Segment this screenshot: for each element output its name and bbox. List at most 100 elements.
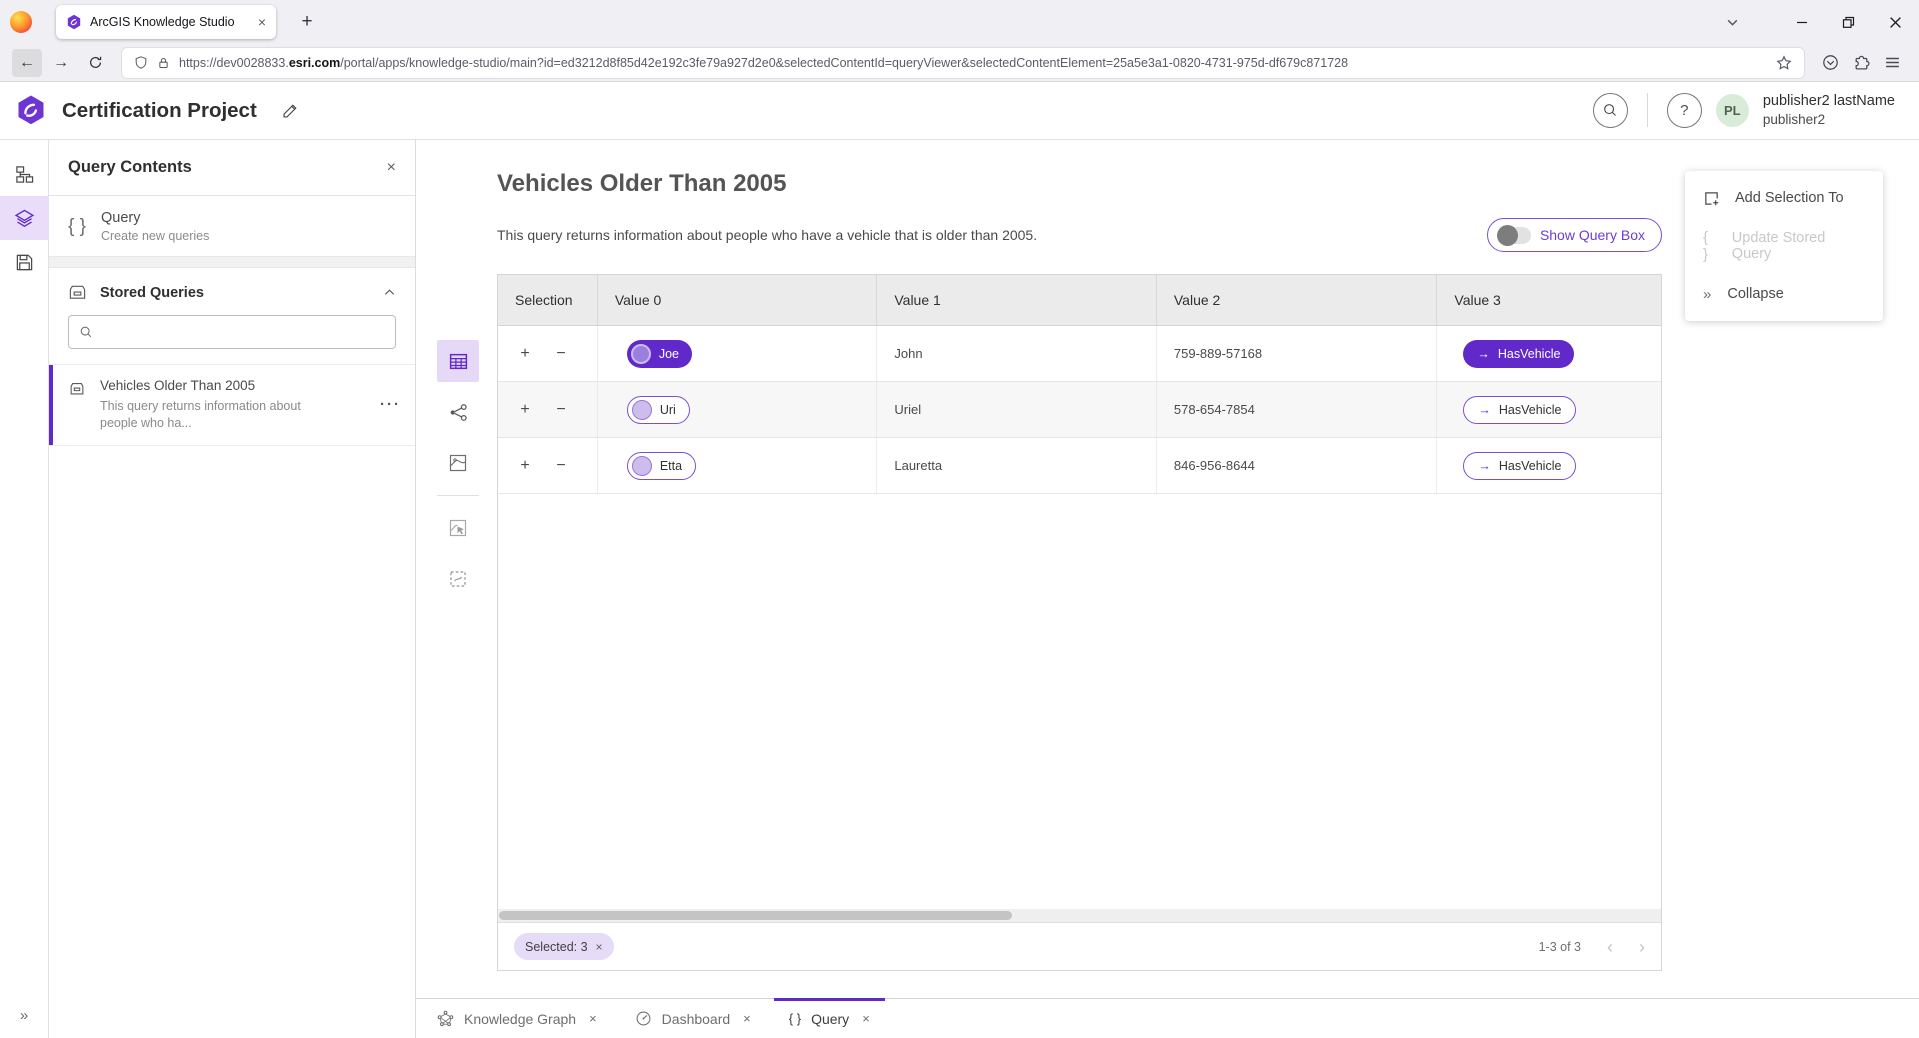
relationship-pill[interactable]: →HasVehicle	[1463, 452, 1576, 480]
previous-page-button[interactable]: ‹	[1607, 938, 1613, 956]
window-close-button[interactable]	[1872, 0, 1919, 44]
stored-query-item-selected[interactable]: Vehicles Older Than 2005 This query retu…	[49, 364, 415, 446]
dashed-selection-icon	[448, 569, 468, 589]
header-divider	[1647, 93, 1648, 127]
menu-item-update-stored-query[interactable]: { } Update Stored Query	[1685, 222, 1883, 270]
select-add-button[interactable]: +	[515, 457, 535, 475]
rail-contents-button[interactable]	[0, 196, 49, 240]
arcgis-knowledge-logo-icon	[16, 94, 46, 127]
pocket-icon[interactable]	[1822, 54, 1839, 71]
stored-query-title: Vehicles Older Than 2005	[100, 378, 328, 393]
map-icon	[448, 453, 468, 473]
user-info[interactable]: publisher2 lastName publisher2	[1763, 92, 1895, 128]
query-viewer: Vehicles Older Than 2005 This query retu…	[416, 140, 1919, 1038]
tab-close-icon[interactable]: ×	[589, 1011, 597, 1026]
search-icon	[79, 325, 93, 339]
tab-query[interactable]: { } Query ×	[774, 999, 885, 1038]
column-header: Value 0	[598, 275, 878, 325]
rail-project-hierarchy-button[interactable]	[0, 152, 49, 196]
braces-icon: { }	[68, 216, 86, 238]
rail-save-button[interactable]	[0, 240, 49, 284]
entity-node-icon	[631, 344, 651, 364]
relationship-pill[interactable]: →HasVehicle	[1463, 340, 1574, 368]
select-remove-button[interactable]: −	[551, 457, 571, 475]
stored-queries-search-input[interactable]	[101, 325, 385, 340]
app-header: Certification Project ? PL publisher2 la…	[0, 82, 1919, 140]
browser-tab[interactable]: ArcGIS Knowledge Studio ×	[56, 5, 276, 39]
tab-close-icon[interactable]: ×	[862, 1011, 870, 1026]
tab-close-icon[interactable]: ×	[743, 1011, 751, 1026]
stored-queries-searchbox[interactable]	[68, 315, 396, 349]
menu-item-add-selection-to[interactable]: Add Selection To	[1685, 174, 1883, 222]
tab-dashboard[interactable]: Dashboard ×	[620, 999, 766, 1038]
extensions-puzzle-icon[interactable]	[1853, 54, 1870, 71]
window-restore-button[interactable]	[1825, 0, 1872, 44]
search-button[interactable]	[1593, 93, 1628, 128]
rail-expand-button[interactable]: »	[0, 1007, 49, 1024]
panel-close-icon[interactable]: ×	[387, 159, 396, 177]
select-remove-button[interactable]: −	[551, 345, 571, 363]
query-list-item[interactable]: { } Query Create new queries	[49, 196, 415, 257]
menu-item-collapse[interactable]: » Collapse	[1685, 270, 1883, 318]
forward-button[interactable]: →	[46, 49, 76, 77]
selection-tool-button[interactable]	[437, 558, 479, 600]
browser-window: ArcGIS Knowledge Studio × + ← →	[0, 0, 1919, 1038]
new-tab-button[interactable]: +	[292, 7, 322, 37]
tab-close-icon[interactable]: ×	[258, 15, 266, 29]
scrollbar-thumb[interactable]	[499, 911, 1012, 920]
query-result-title: Vehicles Older Than 2005	[497, 170, 1662, 198]
lock-icon[interactable]	[157, 56, 170, 70]
menu-hamburger-icon[interactable]	[1884, 54, 1901, 71]
next-page-button[interactable]: ›	[1639, 938, 1645, 956]
cell-value: 846-956-8644	[1157, 438, 1438, 493]
select-remove-button[interactable]: −	[551, 401, 571, 419]
select-add-button[interactable]: +	[515, 345, 535, 363]
firefox-icon[interactable]	[10, 11, 32, 33]
tab-knowledge-graph[interactable]: Knowledge Graph ×	[422, 999, 612, 1038]
edit-project-title-button[interactable]	[281, 102, 299, 120]
user-name: publisher2 lastName	[1763, 92, 1895, 111]
map-view-button[interactable]	[437, 442, 479, 484]
toolbar-divider	[437, 495, 479, 496]
selected-count-label: Selected: 3	[525, 940, 588, 954]
select-add-button[interactable]: +	[515, 401, 535, 419]
help-button[interactable]: ?	[1667, 93, 1702, 128]
clear-selection-icon[interactable]: ×	[596, 940, 603, 954]
add-to-map-button[interactable]	[437, 507, 479, 549]
url-input[interactable]: https://dev0028833.esri.com/portal/apps/…	[122, 48, 1804, 78]
map-select-icon	[448, 518, 468, 538]
table-header-row: Selection Value 0 Value 1 Value 2 Value …	[498, 275, 1661, 326]
horizontal-scrollbar[interactable]	[498, 909, 1661, 922]
relationship-pill[interactable]: →HasVehicle	[1463, 396, 1576, 424]
cell-value: Lauretta	[877, 438, 1157, 493]
chevron-up-icon[interactable]	[383, 286, 396, 299]
refresh-button[interactable]	[80, 49, 110, 77]
arcgis-knowledge-favicon-icon	[66, 14, 82, 30]
search-icon	[1602, 102, 1618, 118]
table-icon	[448, 351, 469, 372]
column-header: Selection	[498, 275, 598, 325]
link-chart-view-button[interactable]	[437, 391, 479, 433]
entity-pill[interactable]: Etta	[627, 452, 696, 480]
window-minimize-button[interactable]	[1778, 0, 1825, 44]
cell-value: 578-654-7854	[1157, 382, 1438, 437]
table-empty-area	[498, 494, 1661, 909]
table-view-button[interactable]	[437, 340, 479, 382]
browser-tab-title: ArcGIS Knowledge Studio	[90, 15, 250, 29]
view-tab-strip: Knowledge Graph × Dashboard × { } Query …	[416, 998, 1919, 1038]
entity-pill[interactable]: Joe	[627, 340, 692, 368]
back-button[interactable]: ←	[12, 49, 42, 77]
selected-count-chip[interactable]: Selected: 3 ×	[514, 933, 614, 960]
stored-query-overflow-icon[interactable]: ···	[380, 396, 401, 413]
avatar[interactable]: PL	[1716, 94, 1749, 127]
show-query-box-toggle[interactable]: Show Query Box	[1487, 218, 1662, 252]
tracking-shield-icon[interactable]	[134, 55, 148, 70]
stored-queries-folder-icon	[68, 283, 87, 302]
stored-queries-header[interactable]: Stored Queries	[49, 268, 415, 312]
bookmark-star-icon[interactable]	[1776, 55, 1792, 71]
query-result-description: This query returns information about peo…	[497, 227, 1037, 243]
arrow-right-icon: →	[1477, 347, 1490, 361]
column-header: Value 2	[1157, 275, 1438, 325]
entity-pill[interactable]: Uri	[627, 396, 690, 424]
tab-list-chevron-icon[interactable]	[1714, 0, 1750, 44]
